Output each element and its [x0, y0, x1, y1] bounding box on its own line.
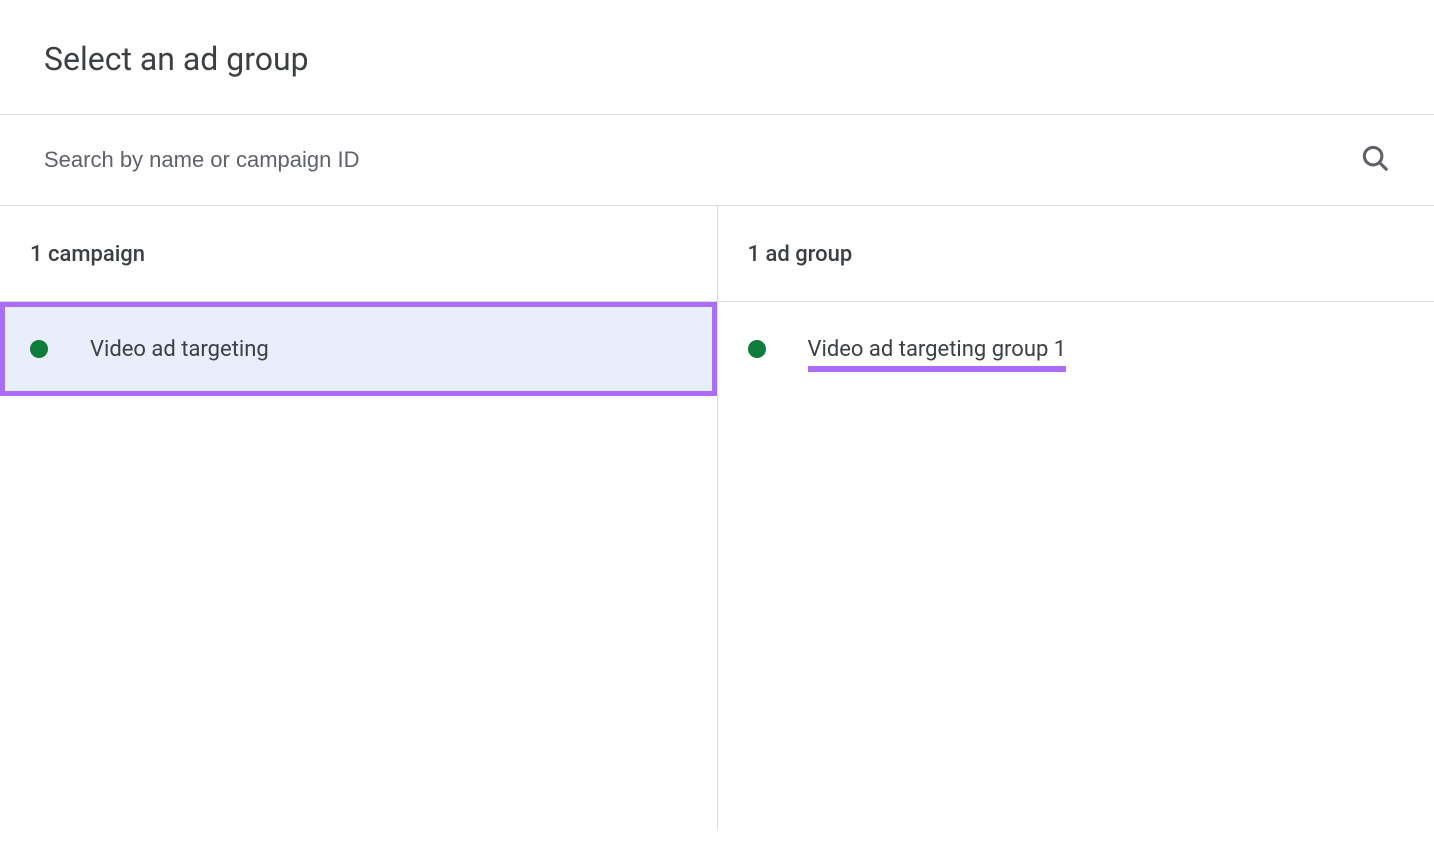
campaign-item-label: Video ad targeting: [90, 337, 269, 362]
status-dot-icon: [30, 340, 48, 358]
adgroups-column-header: 1 ad group: [718, 206, 1434, 302]
page-title: Select an ad group: [44, 40, 1390, 78]
campaign-item[interactable]: Video ad targeting: [0, 302, 717, 396]
campaigns-list: Video ad targeting: [0, 302, 717, 829]
campaigns-column-header: 1 campaign: [0, 206, 717, 302]
campaigns-column: 1 campaign Video ad targeting: [0, 206, 718, 829]
search-bar[interactable]: [0, 114, 1434, 206]
highlight-underline: [808, 366, 1067, 372]
search-icon[interactable]: [1360, 143, 1390, 177]
columns-container: 1 campaign Video ad targeting 1 ad group…: [0, 206, 1434, 829]
adgroups-column: 1 ad group Video ad targeting group 1: [718, 206, 1434, 829]
adgroup-item-label: Video ad targeting group 1: [808, 337, 1067, 362]
adgroups-list: Video ad targeting group 1: [718, 302, 1434, 829]
status-dot-icon: [748, 340, 766, 358]
search-input[interactable]: [44, 147, 1360, 173]
page-header: Select an ad group: [0, 0, 1434, 114]
adgroup-item[interactable]: Video ad targeting group 1: [718, 302, 1434, 396]
